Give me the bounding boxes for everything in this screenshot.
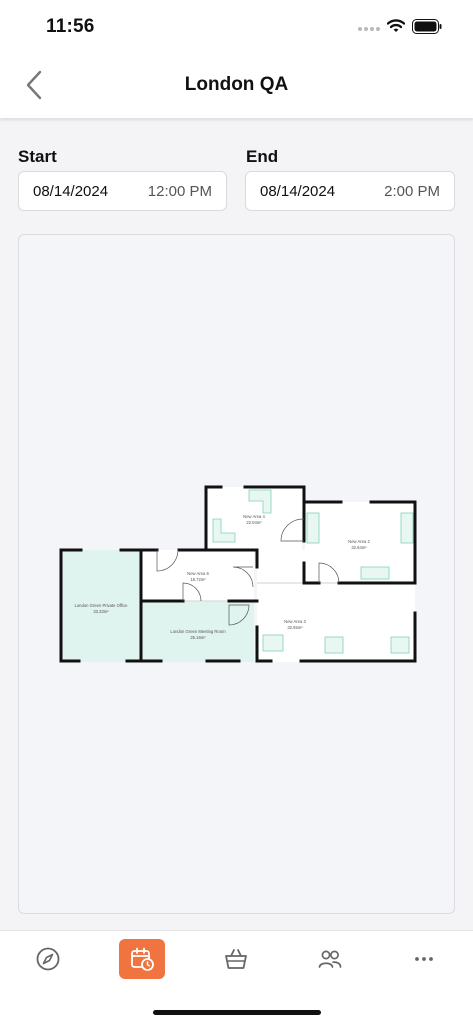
tab-more[interactable] (401, 939, 447, 979)
room-label-meeting-room: London Green Meeting Room (170, 629, 226, 634)
room-label-area-6: New Area 6 (187, 571, 209, 576)
room-area-area-2: 32.64m² (351, 545, 367, 550)
start-time: 12:00 PM (147, 182, 212, 200)
room-area-area-6: 18.72m² (190, 577, 206, 582)
start-date: 08/14/2024 (33, 182, 109, 200)
end-time: 2:00 PM (384, 182, 440, 200)
tab-people[interactable] (307, 939, 353, 979)
room-area-meeting-room: 25.16m² (190, 635, 206, 640)
end-date: 08/14/2024 (260, 182, 336, 200)
tab-basket[interactable] (213, 939, 259, 979)
room-label-private-office: London Green Private Office (75, 603, 129, 608)
start-label: Start (18, 147, 57, 166)
calendar-clock-icon (131, 947, 154, 971)
room-label-area-4: New Area 4 (243, 514, 265, 519)
end-label: End (246, 147, 279, 166)
home-indicator (153, 1010, 321, 1015)
navigation-bar: London QA (0, 54, 473, 118)
room-label-area-2: New Area 2 (348, 539, 370, 544)
battery-icon (412, 19, 442, 34)
status-bar: 11:56 (0, 0, 473, 54)
signal-icon (358, 27, 380, 31)
start-datetime-field[interactable]: 08/14/2024 12:00 PM (18, 171, 227, 211)
room-area-private-office: 33.33m² (93, 609, 109, 614)
wifi-icon (387, 19, 405, 32)
page-title: London QA (184, 74, 289, 95)
end-datetime-field[interactable]: 08/14/2024 2:00 PM (245, 171, 455, 211)
floor-plan-map[interactable]: London Green Private Office 33.33m² New … (18, 234, 455, 914)
floor-plan-drawing: London Green Private Office 33.33m² New … (59, 485, 417, 663)
tab-bookings[interactable] (119, 939, 165, 979)
status-time: 11:56 (46, 16, 95, 37)
people-icon (318, 950, 342, 968)
compass-icon (36, 947, 60, 971)
more-icon (415, 957, 433, 961)
room-area-area-4: 22.04m² (246, 520, 262, 525)
basket-icon (225, 949, 247, 969)
tab-explore[interactable] (25, 939, 71, 979)
room-area-area-3: 32.65m² (287, 625, 303, 630)
room-label-area-3: New Area 3 (284, 619, 306, 624)
